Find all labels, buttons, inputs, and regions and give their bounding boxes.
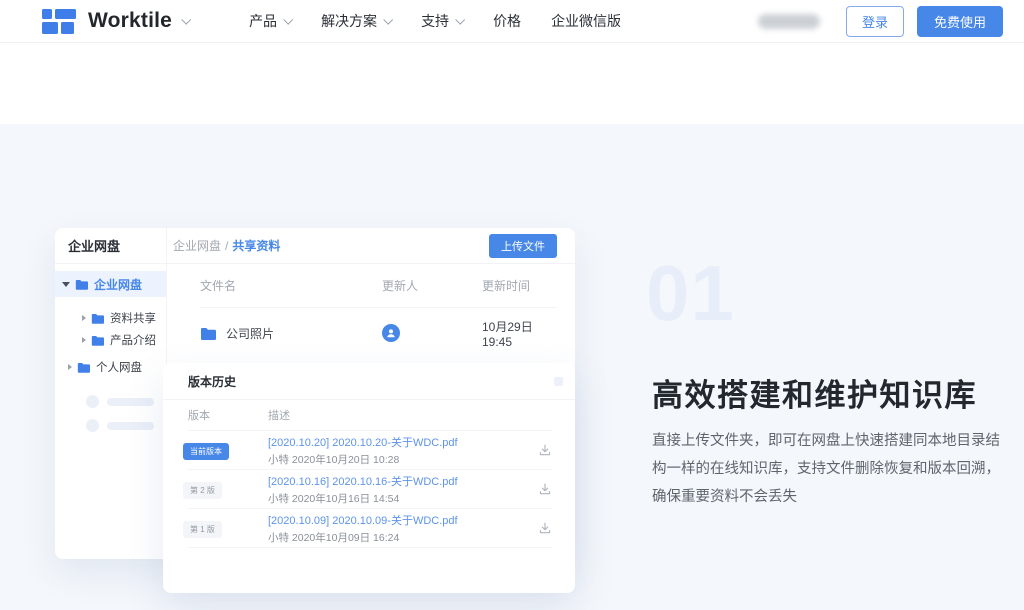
chevron-down-icon[interactable] xyxy=(181,14,191,24)
breadcrumb-parent[interactable]: 企业网盘 xyxy=(173,237,221,254)
brand-name[interactable]: Worktile xyxy=(88,9,172,33)
version-row[interactable]: 第 2 版 [2020.10.16] 2020.10.16-关于WDC.pdf … xyxy=(163,470,575,508)
drive-folder-tree: 企业网盘 资料共享 产品介绍 个人网盘 xyxy=(55,264,167,559)
minimize-icon[interactable] xyxy=(554,377,563,386)
header-actions: 登录 免费使用 xyxy=(758,6,1003,37)
version-badge-current: 当前版本 xyxy=(183,443,229,460)
version-panel-header: 版本历史 xyxy=(163,363,575,400)
chevron-down-icon xyxy=(383,14,393,24)
nav-item-label: 价格 xyxy=(493,11,521,31)
folder-icon xyxy=(91,335,104,346)
chevron-down-icon xyxy=(283,14,293,24)
caret-collapsed-icon[interactable] xyxy=(82,315,86,321)
version-row[interactable]: 当前版本 [2020.10.20] 2020.10.20-关于WDC.pdf 小… xyxy=(163,431,575,469)
chevron-down-icon xyxy=(455,14,465,24)
version-file-link[interactable]: [2020.10.09] 2020.10.09-关于WDC.pdf xyxy=(268,512,538,528)
phone-number-redacted xyxy=(758,14,820,29)
file-name: 公司照片 xyxy=(226,325,274,342)
version-meta: 小特 2020年10月16日 14:54 xyxy=(268,491,538,506)
nav-item-label: 产品 xyxy=(249,11,277,31)
main-nav: 产品 解决方案 支持 价格 企业微信版 xyxy=(249,11,651,31)
drive-sidebar-title: 企业网盘 xyxy=(55,228,167,264)
version-meta: 小特 2020年10月09日 16:24 xyxy=(268,530,538,545)
version-file-link[interactable]: [2020.10.16] 2020.10.16-关于WDC.pdf xyxy=(268,473,538,489)
upload-file-button[interactable]: 上传文件 xyxy=(489,234,557,258)
tree-item-product-intro[interactable]: 产品介绍 xyxy=(55,329,166,351)
nav-item-wework-edition[interactable]: 企业微信版 xyxy=(551,11,621,31)
folder-icon xyxy=(75,279,88,290)
caret-collapsed-icon[interactable] xyxy=(68,364,72,370)
file-table-header: 文件名 更新人 更新时间 xyxy=(200,264,557,308)
skeleton-row xyxy=(86,419,166,432)
caret-collapsed-icon[interactable] xyxy=(82,337,86,343)
version-meta: 小特 2020年10月20日 10:28 xyxy=(268,452,538,467)
tree-item-enterprise-drive[interactable]: 企业网盘 xyxy=(55,271,166,297)
caret-expanded-icon[interactable] xyxy=(62,282,70,287)
nav-item-label: 企业微信版 xyxy=(551,11,621,31)
file-updated-time: 10月29日 19:45 xyxy=(482,318,557,349)
version-file-link[interactable]: [2020.10.20] 2020.10.20-关于WDC.pdf xyxy=(268,434,538,450)
folder-icon xyxy=(200,327,216,340)
version-panel-title: 版本历史 xyxy=(188,373,236,390)
version-table-header: 版本 描述 xyxy=(163,400,575,430)
drive-toolbar: 企业网盘 / 共享资料 上传文件 xyxy=(167,228,575,264)
tree-item-personal-drive[interactable]: 个人网盘 xyxy=(55,356,166,378)
column-header-updated-at: 更新时间 xyxy=(482,277,557,294)
file-row[interactable]: 公司照片 10月29日 19:45 xyxy=(200,308,557,358)
tree-item-label: 产品介绍 xyxy=(110,332,156,348)
tree-item-label: 企业网盘 xyxy=(94,276,142,293)
nav-item-label: 解决方案 xyxy=(321,11,377,31)
nav-item-support[interactable]: 支持 xyxy=(421,11,463,31)
column-header-filename: 文件名 xyxy=(200,277,382,294)
person-icon xyxy=(385,327,397,339)
nav-item-pricing[interactable]: 价格 xyxy=(493,11,521,31)
download-icon[interactable] xyxy=(538,521,552,535)
feature-index-watermark: 01 xyxy=(646,254,735,332)
column-header-version: 版本 xyxy=(188,407,268,423)
feature-description: 直接上传文件夹，即可在网盘上快速搭建同本地目录结构一样的在线知识库，支持文件删除… xyxy=(652,427,1014,511)
download-icon[interactable] xyxy=(538,443,552,457)
divider xyxy=(188,547,552,548)
nav-item-label: 支持 xyxy=(421,11,449,31)
tree-item-label: 个人网盘 xyxy=(96,359,142,375)
breadcrumb-current: 共享资料 xyxy=(232,237,280,254)
breadcrumb: 企业网盘 / 共享资料 xyxy=(173,237,280,254)
free-trial-button[interactable]: 免费使用 xyxy=(917,6,1003,37)
tree-item-label: 资料共享 xyxy=(110,310,156,326)
tree-item-shared-docs[interactable]: 资料共享 xyxy=(55,307,166,329)
avatar xyxy=(382,324,400,342)
nav-item-solutions[interactable]: 解决方案 xyxy=(321,11,391,31)
feature-title: 高效搭建和维护知识库 xyxy=(652,370,977,415)
version-row[interactable]: 第 1 版 [2020.10.09] 2020.10.09-关于WDC.pdf … xyxy=(163,509,575,547)
folder-icon xyxy=(91,313,104,324)
download-icon[interactable] xyxy=(538,482,552,496)
folder-icon xyxy=(77,362,90,373)
skeleton-row xyxy=(86,395,166,408)
version-badge: 第 1 版 xyxy=(183,521,222,538)
version-badge: 第 2 版 xyxy=(183,482,222,499)
column-header-description: 描述 xyxy=(268,407,290,423)
login-button[interactable]: 登录 xyxy=(846,6,904,37)
nav-item-products[interactable]: 产品 xyxy=(249,11,291,31)
breadcrumb-separator: / xyxy=(225,239,228,253)
column-header-updated-by: 更新人 xyxy=(382,277,482,294)
worktile-logo-icon[interactable] xyxy=(42,9,76,34)
version-history-panel: 版本历史 版本 描述 当前版本 [2020.10.20] 2020.10.20-… xyxy=(163,363,575,593)
top-navigation-bar: Worktile 产品 解决方案 支持 价格 企业微信版 登录 免费使用 xyxy=(0,0,1024,43)
